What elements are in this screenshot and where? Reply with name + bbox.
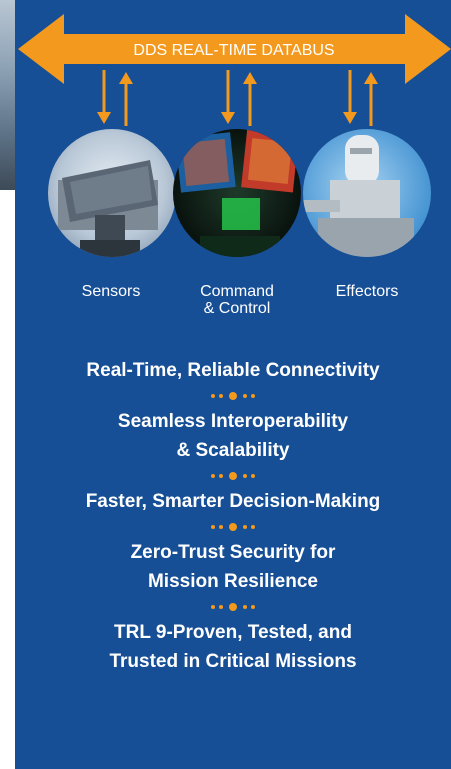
sensors-data-arrows <box>97 70 133 126</box>
dot-separator <box>211 596 255 618</box>
feature-item-interoperability: Seamless Interoperability & Scalability <box>117 411 349 461</box>
sensors-image <box>48 129 176 257</box>
databus-arrow <box>18 14 451 84</box>
databus-diagram <box>18 14 451 257</box>
feature-item-connectivity: Real-Time, Reliable Connectivity <box>86 360 380 381</box>
effectors-data-arrows <box>343 70 378 126</box>
dot-separator <box>211 465 255 487</box>
effectors-label: Effectors <box>335 283 399 300</box>
dot-separator <box>211 516 255 538</box>
command-control-label: Command & Control <box>177 283 297 317</box>
dot-separator <box>211 385 255 407</box>
feature-item-trl9: TRL 9-Proven, Tested, and Trusted in Cri… <box>109 622 357 672</box>
command-data-arrows <box>221 70 257 126</box>
effectors-image <box>303 129 431 257</box>
feature-item-security: Zero-Trust Security for Mission Resilien… <box>130 542 336 592</box>
sensors-label: Sensors <box>81 283 141 300</box>
command-control-label-line1: Command <box>200 283 274 300</box>
command-control-image <box>173 129 301 257</box>
command-control-label-line2: & Control <box>203 300 271 317</box>
feature-item-decision-making: Faster, Smarter Decision-Making <box>85 491 381 512</box>
feature-list: Real-Time, Reliable Connectivity Seamles… <box>15 356 451 676</box>
